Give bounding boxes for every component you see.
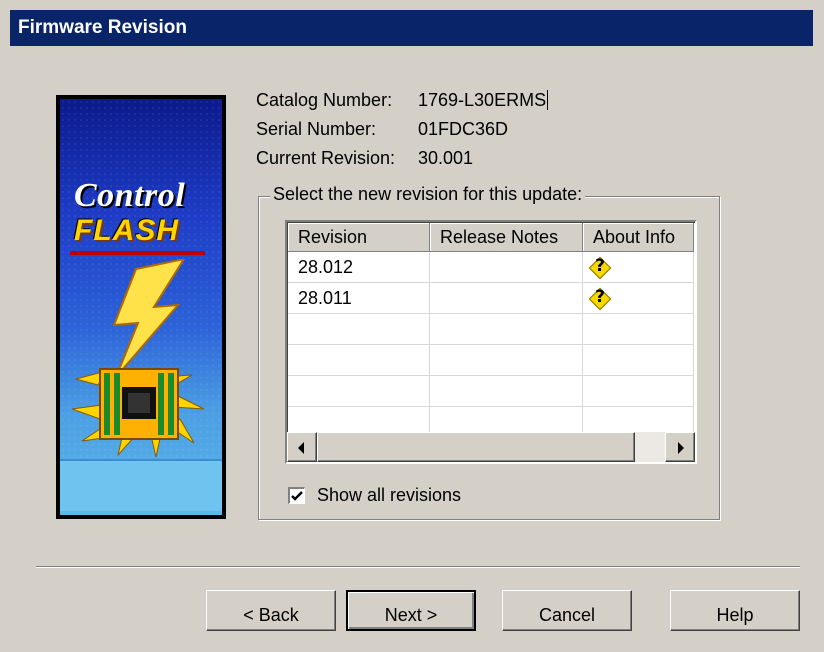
current-revision-value: 30.001: [418, 148, 474, 168]
revision-cell: [288, 345, 430, 376]
logo-band: [60, 459, 222, 511]
about-info-cell: [583, 314, 694, 345]
controlflash-logo-image: Control FLASH: [56, 95, 226, 519]
chip-lightning-icon: [71, 259, 205, 458]
revision-list-body: 28.012 ? 28.011 ?: [288, 252, 694, 438]
release-notes-cell: [430, 376, 583, 407]
catalog-number-label: Catalog Number:: [256, 90, 393, 110]
window-title-bar: Firmware Revision: [10, 10, 813, 46]
current-revision-label: Current Revision:: [256, 148, 396, 168]
checkmark-icon: [291, 490, 303, 501]
help-question-icon[interactable]: ?: [588, 287, 612, 311]
catalog-number-value: 1769-L30ERMS: [418, 90, 549, 110]
back-button[interactable]: < Back: [206, 590, 336, 631]
logo-flash-text: FLASH: [74, 214, 179, 247]
about-info-cell: [583, 345, 694, 376]
logo-control-text: Control: [74, 177, 186, 214]
column-header-revision[interactable]: Revision: [288, 223, 430, 252]
revision-list[interactable]: Revision Release Notes About Info 28.012…: [285, 220, 697, 464]
about-info-cell: ?: [583, 252, 694, 283]
release-notes-cell: [430, 314, 583, 345]
revision-group-label: Select the new revision for this update:: [270, 184, 586, 205]
arrow-left-icon: [298, 442, 304, 454]
scroll-right-button[interactable]: [665, 432, 695, 462]
next-button[interactable]: Next >: [346, 590, 476, 631]
help-question-icon[interactable]: ?: [588, 256, 612, 280]
cancel-button[interactable]: Cancel: [502, 590, 632, 631]
table-row[interactable]: 28.011 ?: [288, 283, 694, 314]
table-row: [288, 376, 694, 407]
horizontal-scrollbar[interactable]: [287, 432, 695, 462]
show-all-revisions-option[interactable]: Show all revisions: [288, 484, 461, 506]
show-all-revisions-checkbox[interactable]: [288, 486, 305, 504]
revision-list-header: Revision Release Notes About Info: [288, 223, 694, 252]
revision-cell: [288, 314, 430, 345]
scrollbar-thumb[interactable]: [317, 432, 635, 462]
show-all-revisions-label[interactable]: Show all revisions: [317, 485, 461, 506]
table-row: [288, 314, 694, 345]
release-notes-cell: [430, 345, 583, 376]
column-header-release-notes[interactable]: Release Notes: [430, 223, 583, 252]
help-button[interactable]: Help: [670, 590, 800, 631]
logo-underline: [70, 251, 205, 255]
window-title: Firmware Revision: [18, 17, 187, 38]
about-info-cell: [583, 376, 694, 407]
separator: [36, 566, 800, 568]
release-notes-cell: [430, 283, 583, 314]
revision-cell: [288, 376, 430, 407]
table-row: [288, 345, 694, 376]
revision-cell: 28.011: [288, 283, 430, 314]
serial-number-label: Serial Number:: [256, 119, 377, 139]
serial-number-value: 01FDC36D: [418, 119, 509, 139]
logo-background: Control FLASH: [60, 99, 222, 515]
scroll-left-button[interactable]: [287, 432, 317, 462]
arrow-right-icon: [678, 442, 684, 454]
release-notes-cell: [430, 252, 583, 283]
table-row[interactable]: 28.012 ?: [288, 252, 694, 283]
column-header-about-info[interactable]: About Info: [583, 223, 694, 252]
about-info-cell: ?: [583, 283, 694, 314]
revision-cell: 28.012: [288, 252, 430, 283]
